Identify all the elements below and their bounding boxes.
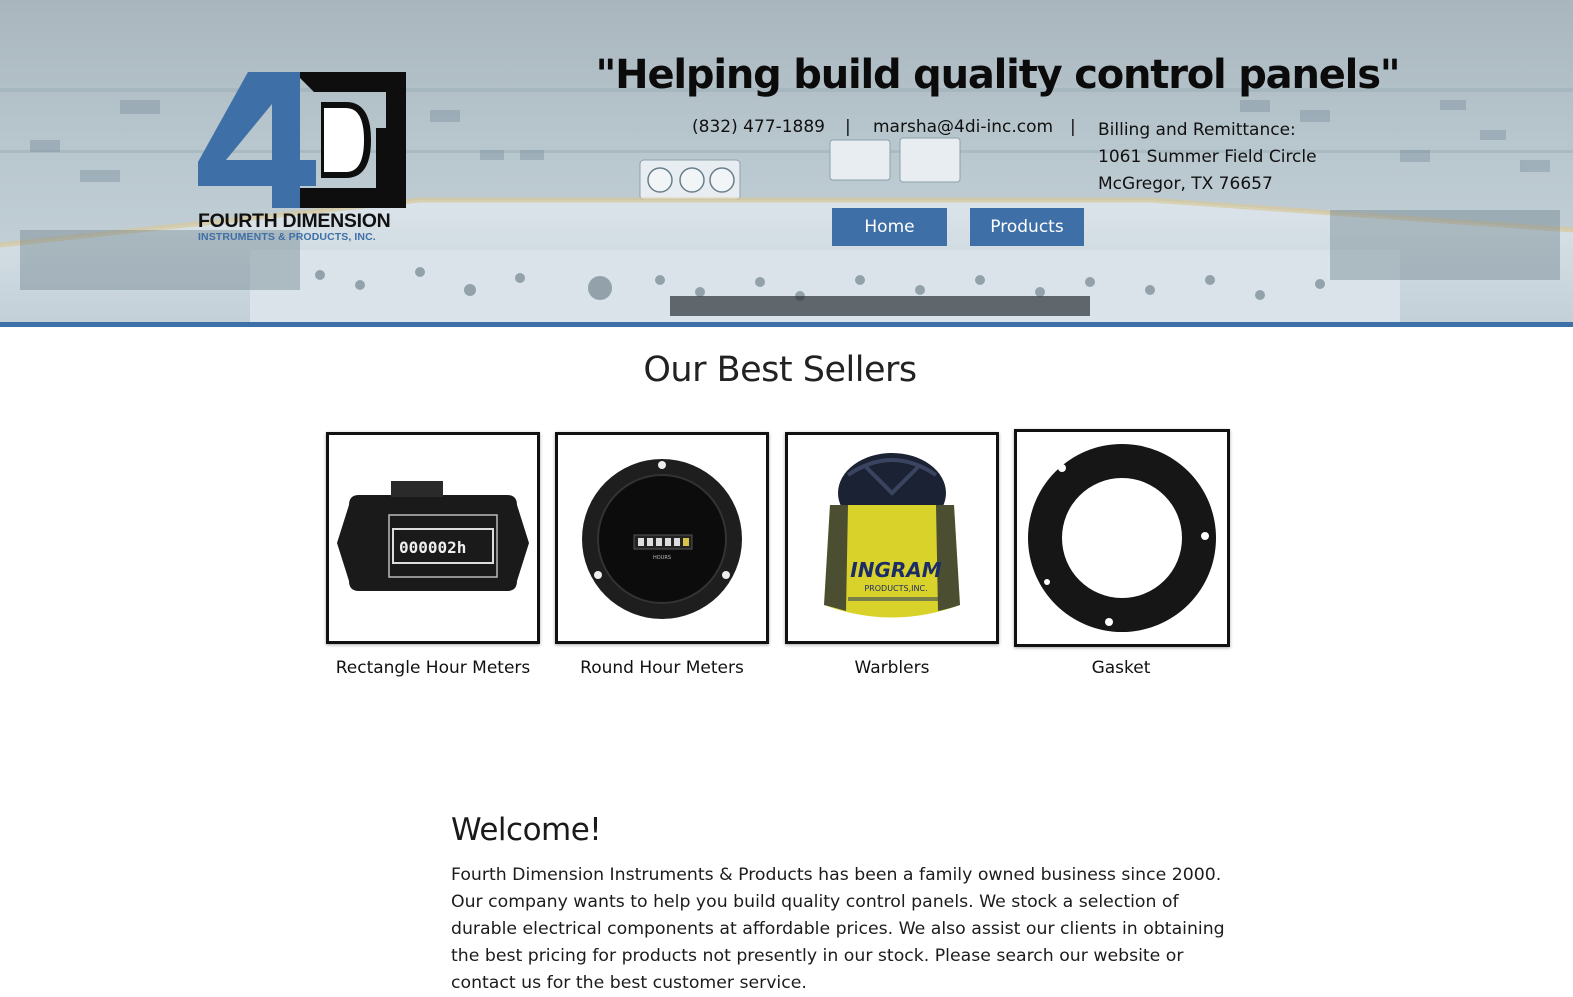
welcome-heading: Welcome! (451, 812, 602, 848)
welcome-paragraph: Fourth Dimension Instruments & Products … (451, 865, 1225, 993)
gasket-image (1028, 444, 1216, 632)
header-bottom-border (0, 322, 1573, 327)
billing-city: McGregor, TX 76657 (1098, 174, 1273, 194)
email-link[interactable]: marsha@4di-inc.com (873, 117, 1053, 137)
contact-separator: | (845, 117, 851, 137)
product-card-gasket[interactable]: Gasket (1014, 429, 1230, 678)
warbler-brand-sub-text: PRODUCTS,INC. (864, 584, 927, 593)
nav-home-button[interactable]: Home (832, 208, 947, 246)
product-caption[interactable]: Rectangle Hour Meters (326, 658, 540, 678)
warbler-brand-text: INGRAM (850, 558, 941, 582)
nav-products-button[interactable]: Products (970, 208, 1084, 246)
product-card-rectangle-hour-meters[interactable]: 000002h Rectangle Hour Meters (326, 432, 540, 678)
rectangle-hour-meter-image: 000002h (337, 481, 529, 591)
warbler-image: INGRAM PRODUCTS,INC. (824, 453, 960, 618)
billing-label: Billing and Remittance: (1098, 120, 1296, 140)
product-card-round-hour-meters[interactable]: HOURS Round Hour Meters (555, 432, 769, 678)
product-image-frame[interactable]: HOURS (555, 432, 769, 644)
hour-meter-counter-text: 000002h (399, 538, 466, 557)
product-caption[interactable]: Warblers (785, 658, 999, 678)
logo-company-subtitle: INSTRUMENTS & PRODUCTS, INC. (198, 231, 376, 243)
product-caption[interactable]: Gasket (1014, 658, 1228, 678)
4d-logo-mark-icon (198, 72, 406, 208)
product-card-warblers[interactable]: INGRAM PRODUCTS,INC. Warblers (785, 432, 999, 678)
contact-separator: | (1070, 117, 1076, 137)
billing-address: Billing and Remittance: 1061 Summer Fiel… (1098, 117, 1317, 198)
best-sellers-title: Our Best Sellers (643, 350, 917, 390)
billing-street: 1061 Summer Field Circle (1098, 147, 1317, 167)
logo-company-name: FOURTH DIMENSION (198, 210, 391, 232)
product-image-frame[interactable]: INGRAM PRODUCTS,INC. (785, 432, 999, 644)
hour-meter-label-text: HOURS (653, 555, 671, 561)
round-hour-meter-image: HOURS (582, 459, 742, 619)
product-image-frame[interactable]: 000002h (326, 432, 540, 644)
page-tagline: "Helping build quality control panels" (595, 52, 1401, 98)
product-caption[interactable]: Round Hour Meters (555, 658, 769, 678)
company-logo[interactable]: FOURTH DIMENSION INSTRUMENTS & PRODUCTS,… (196, 68, 410, 248)
product-image-frame[interactable] (1014, 429, 1230, 647)
phone-number[interactable]: (832) 477-1889 (692, 117, 825, 137)
